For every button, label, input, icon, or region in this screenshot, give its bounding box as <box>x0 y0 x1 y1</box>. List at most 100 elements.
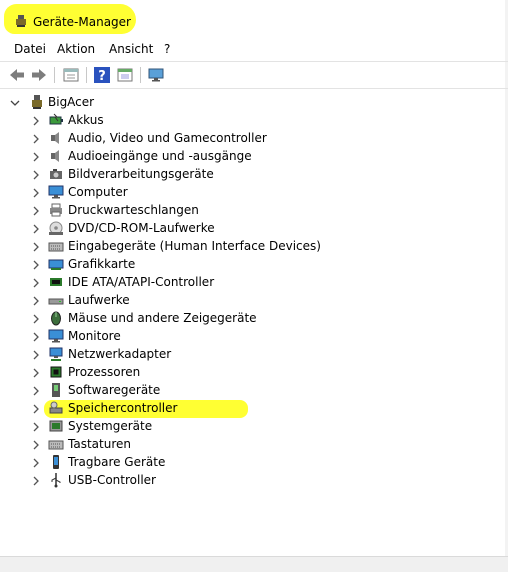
tree-item[interactable]: Mäuse und andere Zeigegeräte <box>0 309 508 327</box>
chevron-right-icon[interactable] <box>31 385 41 396</box>
view-icon[interactable] <box>116 66 134 84</box>
software-device-icon <box>48 382 64 398</box>
chevron-right-icon[interactable] <box>31 223 41 234</box>
tree-item-label: Eingabegeräte (Human Interface Devices) <box>68 239 321 253</box>
tree-root[interactable]: BigAcer <box>0 93 508 111</box>
tree-item-label: USB-Controller <box>68 473 156 487</box>
tree-item-label: Audioeingänge und -ausgänge <box>68 149 252 163</box>
tree-item-label: Akkus <box>68 113 104 127</box>
chevron-right-icon[interactable] <box>31 259 41 270</box>
monitor-icon <box>48 184 64 200</box>
tree-item-label: DVD/CD-ROM-Laufwerke <box>68 221 215 235</box>
speaker-icon <box>48 130 64 146</box>
processor-icon <box>48 364 64 380</box>
network-icon <box>48 346 64 362</box>
tree-item[interactable]: Eingabegeräte (Human Interface Devices) <box>0 237 508 255</box>
menu-datei[interactable]: Datei <box>14 42 46 56</box>
chevron-right-icon[interactable] <box>31 295 41 306</box>
tree-item[interactable]: IDE ATA/ATAPI-Controller <box>0 273 508 291</box>
chevron-down-icon[interactable] <box>10 97 20 107</box>
tree-item[interactable]: Bildverarbeitungsgeräte <box>0 165 508 183</box>
battery-icon <box>48 112 64 128</box>
chevron-right-icon[interactable] <box>31 205 41 216</box>
tree-item[interactable]: Computer <box>0 183 508 201</box>
tree-item[interactable]: Audio, Video und Gamecontroller <box>0 129 508 147</box>
keyboard-icon <box>48 238 64 254</box>
chevron-right-icon[interactable] <box>31 331 41 342</box>
tree-item[interactable]: Tragbare Geräte <box>0 453 508 471</box>
tree-item-label: Mäuse und andere Zeigegeräte <box>68 311 257 325</box>
menu-aktion[interactable]: Aktion <box>57 42 95 56</box>
tree-item-label: IDE ATA/ATAPI-Controller <box>68 275 215 289</box>
chevron-right-icon[interactable] <box>31 475 41 486</box>
tree-item[interactable]: Speichercontroller <box>0 399 508 417</box>
toolbar-separator <box>54 67 55 83</box>
menu-help[interactable]: ? <box>164 42 170 56</box>
keyboard-icon <box>48 436 64 452</box>
tree-item[interactable]: DVD/CD-ROM-Laufwerke <box>0 219 508 237</box>
status-bar <box>0 556 508 572</box>
tree-item[interactable]: Laufwerke <box>0 291 508 309</box>
chevron-right-icon[interactable] <box>31 169 41 180</box>
menu-bar: Datei Aktion Ansicht ? <box>0 40 508 60</box>
menu-ansicht[interactable]: Ansicht <box>109 42 153 56</box>
chevron-right-icon[interactable] <box>31 313 41 324</box>
chevron-right-icon[interactable] <box>31 115 41 126</box>
svg-text:?: ? <box>98 69 106 84</box>
chevron-right-icon[interactable] <box>31 151 41 162</box>
chevron-right-icon[interactable] <box>31 457 41 468</box>
computer-tower-icon <box>29 94 45 110</box>
tree-item-label: Softwaregeräte <box>68 383 161 397</box>
chevron-right-icon[interactable] <box>31 349 41 360</box>
tree-item-label: Tastaturen <box>68 437 131 451</box>
speaker-icon <box>48 148 64 164</box>
storage-controller-icon <box>48 400 64 416</box>
tree-item-label: Bildverarbeitungsgeräte <box>68 167 214 181</box>
tree-item[interactable]: Monitore <box>0 327 508 345</box>
tree-item[interactable]: USB-Controller <box>0 471 508 489</box>
tree-item[interactable]: Druckwarteschlangen <box>0 201 508 219</box>
tree-item-label: Speichercontroller <box>68 401 178 415</box>
tree-item-label: Prozessoren <box>68 365 141 379</box>
disc-drive-icon <box>48 220 64 236</box>
chevron-right-icon[interactable] <box>31 277 41 288</box>
tree-item-label: Druckwarteschlangen <box>68 203 199 217</box>
monitor-icon <box>48 328 64 344</box>
system-device-icon <box>48 418 64 434</box>
tree-item-label: Laufwerke <box>68 293 130 307</box>
graphics-card-icon <box>48 256 64 272</box>
ide-controller-icon <box>48 274 64 290</box>
tree-item-label: Monitore <box>68 329 121 343</box>
tree-item-label: Grafikkarte <box>68 257 136 271</box>
monitor-scan-icon[interactable] <box>147 66 165 84</box>
tree-item[interactable]: Netzwerkadapter <box>0 345 508 363</box>
usb-icon <box>48 472 64 488</box>
tree-item[interactable]: Tastaturen <box>0 435 508 453</box>
window-title: Geräte-Manager <box>33 15 131 29</box>
tree-item-label: Systemgeräte <box>68 419 153 433</box>
chevron-right-icon[interactable] <box>31 187 41 198</box>
forward-arrow-icon[interactable] <box>30 66 48 84</box>
camera-icon <box>48 166 64 182</box>
tree-item-label: Tragbare Geräte <box>68 455 166 469</box>
chevron-right-icon[interactable] <box>31 403 41 414</box>
toolbar-separator <box>86 67 87 83</box>
tree-item[interactable]: Grafikkarte <box>0 255 508 273</box>
tree-item[interactable]: Systemgeräte <box>0 417 508 435</box>
tree-item-label: Computer <box>68 185 128 199</box>
drive-icon <box>48 292 64 308</box>
tree-item[interactable]: Akkus <box>0 111 508 129</box>
help-icon[interactable]: ? <box>93 66 111 84</box>
back-arrow-icon[interactable] <box>8 66 26 84</box>
chevron-right-icon[interactable] <box>31 367 41 378</box>
chevron-right-icon[interactable] <box>31 421 41 432</box>
tree-item[interactable]: Audioeingänge und -ausgänge <box>0 147 508 165</box>
mouse-icon <box>48 310 64 326</box>
properties-icon[interactable] <box>62 66 80 84</box>
tree-item[interactable]: Prozessoren <box>0 363 508 381</box>
chevron-right-icon[interactable] <box>31 241 41 252</box>
portable-device-icon <box>48 454 64 470</box>
chevron-right-icon[interactable] <box>31 133 41 144</box>
chevron-right-icon[interactable] <box>31 439 41 450</box>
tree-item[interactable]: Softwaregeräte <box>0 381 508 399</box>
